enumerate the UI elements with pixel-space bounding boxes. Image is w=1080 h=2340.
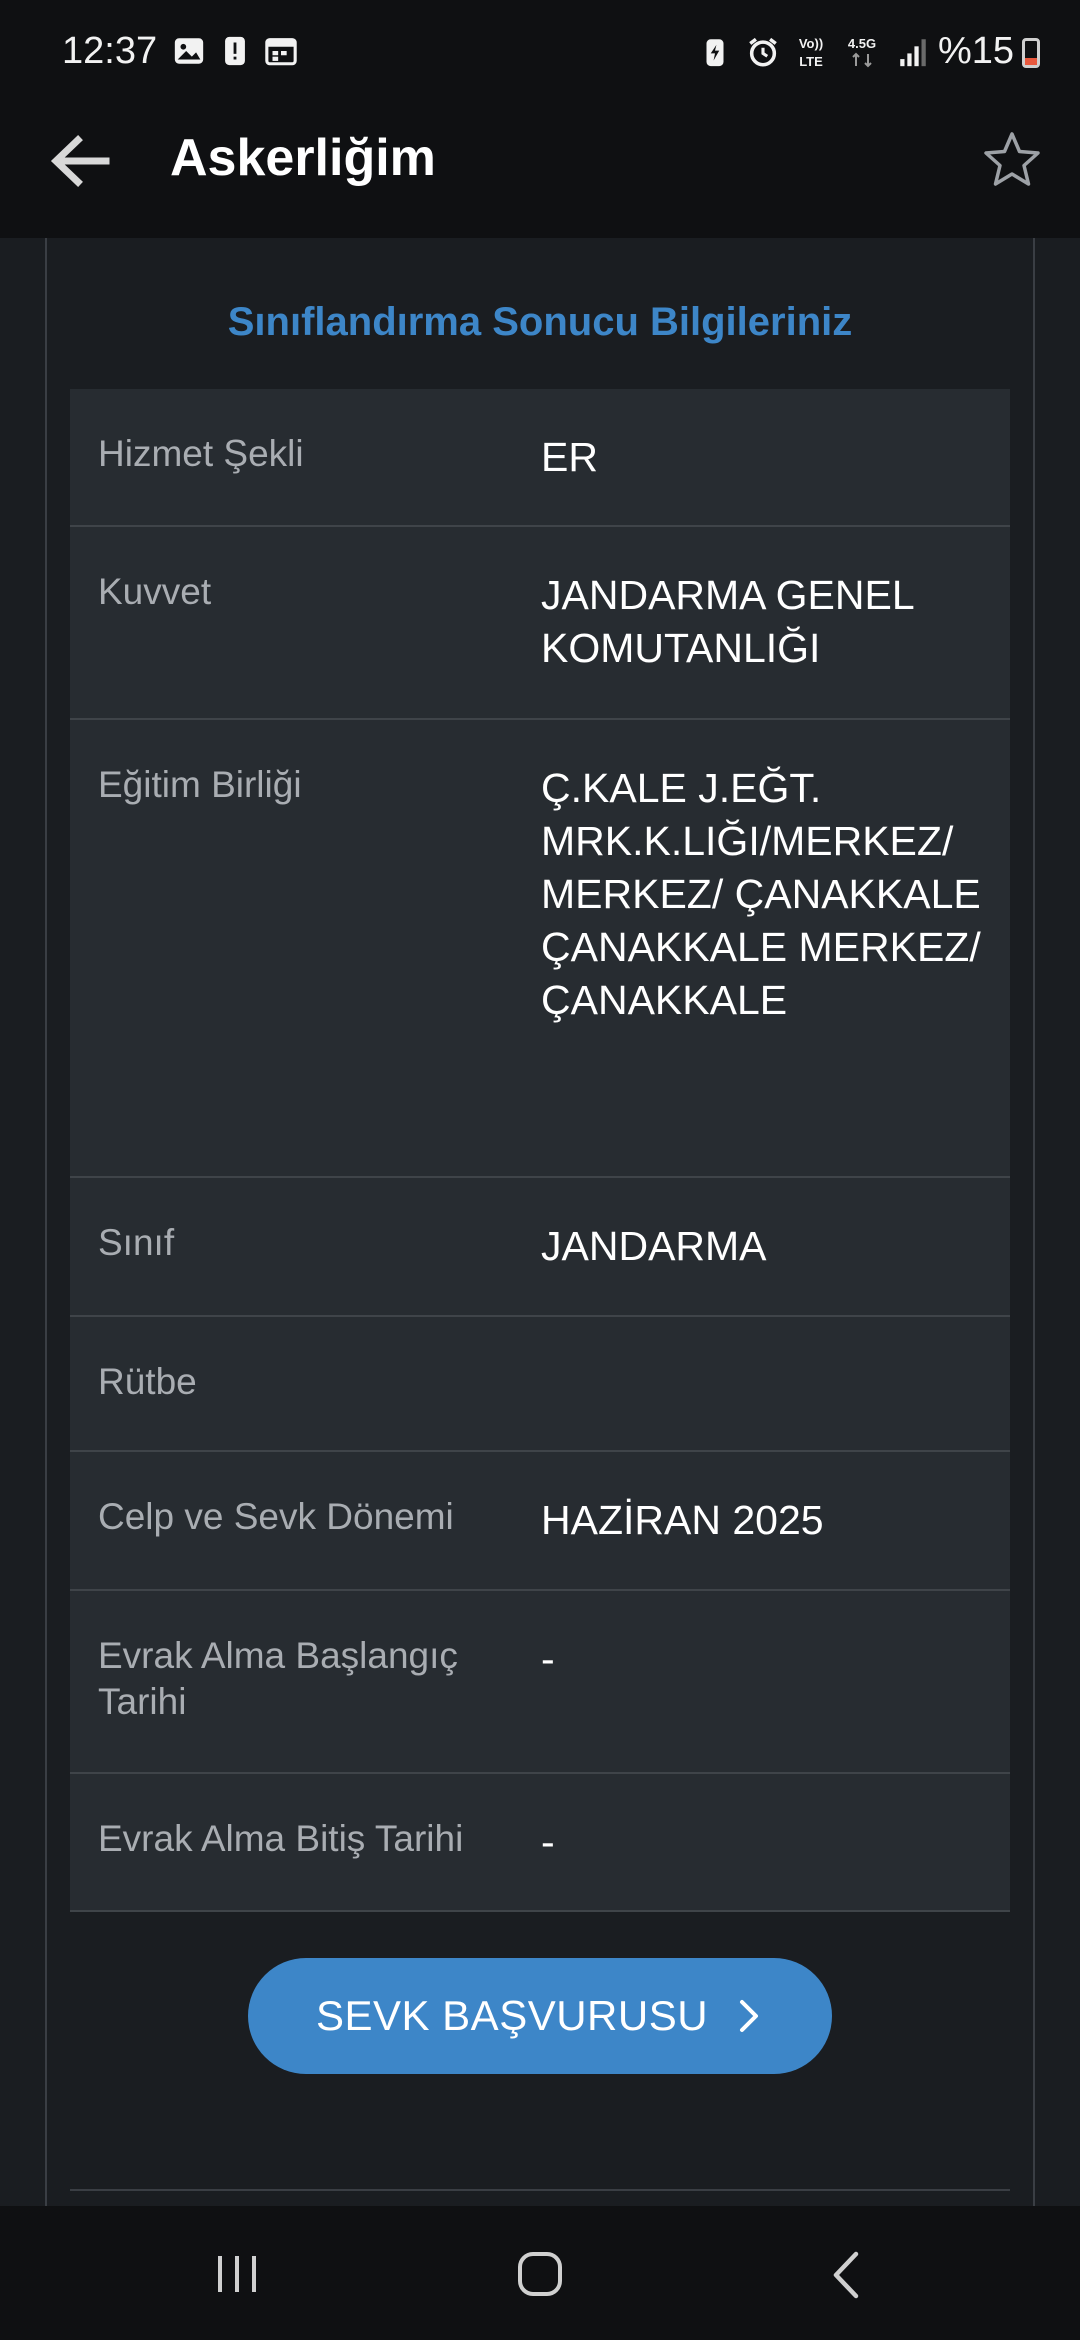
alert-icon [225,36,245,66]
divider [70,2189,1010,2191]
row-label: Evrak Alma Başlangıç Tarihi [98,1635,458,1722]
network-type-icon: 4.5G [848,36,876,68]
signal-icon [900,39,926,67]
table-row: Hizmet Şekli ER [70,389,1010,527]
info-table: Hizmet Şekli ER Kuvvet JANDARMA GENEL KO… [70,389,1010,1912]
row-value: Ç.KALE J.EĞT. MRK.K.LIĞI/MERKEZ/ MERKEZ/… [541,765,981,1023]
row-value: HAZİRAN 2025 [541,1497,824,1543]
back-arrow-icon[interactable] [44,126,114,196]
row-label: Sınıf [98,1222,175,1263]
table-row: Evrak Alma Başlangıç Tarihi - [70,1591,1010,1774]
row-label: Kuvvet [98,571,212,612]
battery-percentage: %15 [937,30,1014,72]
page-title: Askerliğim [170,129,436,187]
app-header [0,105,1080,238]
row-label: Rütbe [98,1361,197,1402]
battery-saver-icon [706,39,724,67]
system-icons: Vo)) LTE 4.5G [698,34,930,70]
nav-back-icon[interactable] [826,2250,866,2300]
gallery-icon [174,38,204,64]
svg-text:LTE: LTE [799,54,823,69]
calendar-icon [265,38,297,66]
status-bar: 12:37 Vo)) LTE 4.5G %15 [0,0,1080,105]
table-row: Celp ve Sevk Dönemi HAZİRAN 2025 [70,1452,1010,1591]
svg-text:Vo)): Vo)) [799,36,823,51]
row-value: - [541,1819,555,1865]
section-title: Sınıflandırma Sonucu Bilgileriniz [227,300,853,344]
table-row: Evrak Alma Bitiş Tarihi - [70,1774,1010,1912]
svg-text:4.5G: 4.5G [848,36,876,51]
chevron-right-icon [740,2000,759,2032]
row-value: JANDARMA [541,1223,767,1269]
status-time: 12:37 [62,30,158,72]
row-label: Eğitim Birliği [98,764,302,805]
sevk-basvurusu-button[interactable]: SEVK BAŞVURUSU [248,1958,832,2074]
recents-icon[interactable] [212,2252,262,2296]
row-label: Hizmet Şekli [98,433,304,474]
alarm-icon [749,37,777,67]
table-row: Rütbe [70,1317,1010,1452]
table-row: Eğitim Birliği Ç.KALE J.EĞT. MRK.K.LIĞI/… [70,720,1010,1178]
row-value: JANDARMA GENEL KOMUTANLIĞI [541,572,914,671]
notification-icons [172,34,298,68]
row-value: ER [541,434,598,480]
table-row: Sınıf JANDARMA [70,1178,1010,1317]
table-row: Kuvvet JANDARMA GENEL KOMUTANLIĞI [70,527,1010,720]
button-label: SEVK BAŞVURUSU [315,1992,709,2039]
battery-icon [1022,38,1040,68]
home-icon[interactable] [516,2250,564,2298]
row-label: Evrak Alma Bitiş Tarihi [98,1818,464,1859]
row-value: - [541,1636,555,1682]
star-icon[interactable] [980,128,1044,192]
row-label: Celp ve Sevk Dönemi [98,1496,454,1537]
volte-icon: Vo)) LTE [799,36,823,69]
